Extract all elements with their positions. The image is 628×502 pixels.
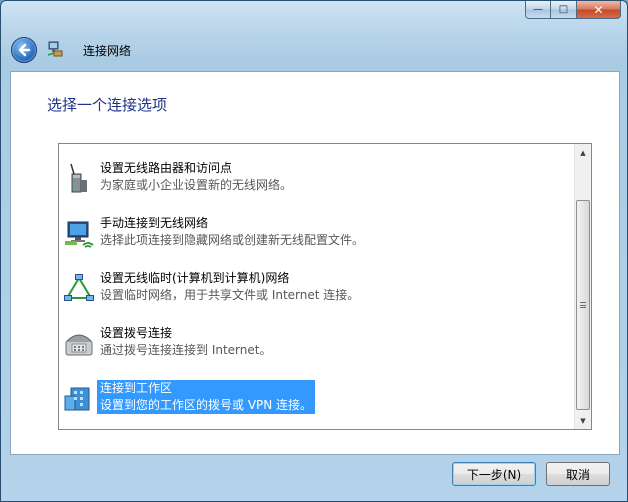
back-arrow-icon: [18, 43, 31, 57]
option-workplace[interactable]: 连接到工作区 设置到您的工作区的拨号或 VPN 连接。: [59, 378, 571, 418]
wizard-content: 选择一个连接选项 设置无线路由器和访问点 为家庭或小企业设置新的无线网络。 手动…: [10, 71, 620, 455]
option-description: 设置临时网络，用于共享文件或 Internet 连接。: [100, 288, 360, 302]
workplace-icon: [64, 387, 90, 411]
scroll-down-arrow-icon[interactable]: ▼: [575, 412, 591, 429]
option-router-setup[interactable]: 设置无线路由器和访问点 为家庭或小企业设置新的无线网络。: [59, 158, 571, 198]
option-title: 设置拨号连接: [100, 326, 173, 340]
caption-buttons: — □ ✕: [525, 1, 621, 19]
vertical-scrollbar[interactable]: ▲ ▼: [574, 144, 591, 429]
cancel-button[interactable]: 取消: [546, 462, 610, 486]
router-icon: [70, 163, 87, 193]
window-title: 连接网络: [83, 44, 132, 58]
option-manual-wireless[interactable]: 手动连接到无线网络 选择此项连接到隐藏网络或创建新无线配置文件。: [59, 213, 571, 253]
adhoc-network-icon: [64, 274, 94, 301]
minimize-button[interactable]: —: [525, 1, 551, 19]
option-title: 设置无线路由器和访问点: [100, 161, 233, 175]
dialup-phone-icon: [65, 334, 93, 356]
option-title: 连接到工作区: [100, 381, 173, 395]
connect-network-window: — □ ✕ 连接网络 选择一个连接选项 设置无线路由器和访问点 为家庭或小企业设…: [0, 0, 628, 502]
maximize-button[interactable]: □: [551, 1, 577, 19]
option-description: 通过拨号连接连接到 Internet。: [100, 343, 272, 357]
connection-options-list[interactable]: 设置无线路由器和访问点 为家庭或小企业设置新的无线网络。 手动连接到无线网络 选…: [58, 143, 592, 430]
option-description: 设置到您的工作区的拨号或 VPN 连接。: [100, 398, 313, 412]
wireless-computer-icon: [65, 221, 94, 248]
option-dialup[interactable]: 设置拨号连接 通过拨号连接连接到 Internet。: [59, 323, 571, 363]
network-wizard-icon: [47, 41, 63, 57]
scrollbar-thumb[interactable]: [576, 200, 590, 410]
grip-icon: [580, 302, 586, 308]
option-text: 连接到工作区 设置到您的工作区的拨号或 VPN 连接。: [97, 380, 316, 414]
option-description: 选择此项连接到隐藏网络或创建新无线配置文件。: [100, 233, 365, 247]
scroll-up-arrow-icon[interactable]: ▲: [575, 144, 591, 161]
option-text: 设置无线临时(计算机到计算机)网络 设置临时网络，用于共享文件或 Interne…: [97, 270, 362, 304]
option-title: 设置无线临时(计算机到计算机)网络: [100, 271, 290, 285]
back-button[interactable]: [11, 37, 37, 63]
option-text: 手动连接到无线网络 选择此项连接到隐藏网络或创建新无线配置文件。: [97, 215, 367, 249]
option-text: 设置拨号连接 通过拨号连接连接到 Internet。: [97, 325, 274, 359]
option-title: 手动连接到无线网络: [100, 216, 209, 230]
next-button[interactable]: 下一步(N): [452, 462, 536, 486]
option-text: 设置无线路由器和访问点 为家庭或小企业设置新的无线网络。: [97, 160, 295, 194]
page-heading: 选择一个连接选项: [47, 96, 168, 114]
option-description: 为家庭或小企业设置新的无线网络。: [100, 178, 293, 192]
close-button[interactable]: ✕: [577, 1, 621, 19]
option-adhoc-network[interactable]: 设置无线临时(计算机到计算机)网络 设置临时网络，用于共享文件或 Interne…: [59, 268, 571, 308]
